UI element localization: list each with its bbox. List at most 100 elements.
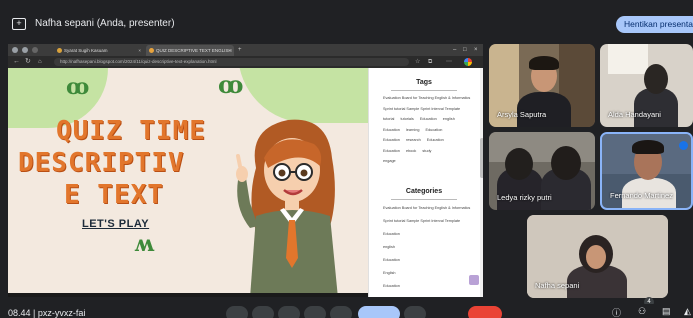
browser-more-icon[interactable]: ⋯ (446, 57, 452, 67)
tag-link[interactable]: study (422, 149, 431, 153)
more-options-button[interactable] (404, 306, 426, 318)
categories-heading: Categories (405, 188, 443, 195)
reload-icon[interactable]: ↻ (25, 57, 31, 67)
url-field[interactable]: http://nafhasepani.blogspot.com/2024/11/… (54, 58, 409, 66)
category-link[interactable]: Evaluation Board for Teaching English & … (383, 206, 478, 211)
participant-tile-alda[interactable]: Alda Handayani (600, 44, 693, 127)
camera-button[interactable] (252, 306, 274, 318)
bookmark-icon[interactable]: ☆ (415, 57, 420, 67)
participant-face (586, 245, 606, 269)
browser-menu-icon[interactable] (22, 47, 28, 53)
decor-squiggle-icon: ꝏ (218, 70, 244, 99)
tag-link[interactable]: Education (427, 138, 444, 142)
mic-button[interactable] (226, 306, 248, 318)
lets-play-label: LET'S PLAY (82, 218, 150, 230)
raise-hand-button[interactable] (330, 306, 352, 318)
participant-avatar (505, 148, 533, 180)
participant-tile-fernando[interactable]: Fernando Martinez (600, 132, 693, 210)
tag-link[interactable]: ebook (406, 149, 416, 153)
participant-hair (632, 140, 664, 154)
extensions-icon[interactable]: ⧉ (428, 57, 432, 67)
tag-link[interactable]: Education (383, 138, 400, 142)
category-link[interactable]: Education (383, 284, 478, 289)
browser-tab-list-icon[interactable] (32, 47, 38, 53)
participant-tile-ledya[interactable]: Ledya rizky putri (489, 132, 595, 210)
info-icon[interactable]: ⓘ (612, 306, 621, 318)
back-icon[interactable]: ← (13, 57, 20, 67)
tag-link[interactable]: Education (426, 128, 443, 132)
tag-link[interactable]: engage (383, 159, 396, 163)
shared-screen: Syarat Sugih Kasuam × QUIZ DESCRIPTIVE T… (8, 44, 483, 297)
browser-logo-icon[interactable] (464, 58, 472, 66)
decor-squiggle-icon: ꝏ (66, 74, 90, 100)
teacher-illustration (236, 119, 338, 297)
chat-icon[interactable]: ▤ (662, 306, 671, 317)
close-window-icon[interactable]: × (474, 44, 478, 56)
activities-icon[interactable]: ◭ (684, 306, 691, 317)
tag-link[interactable]: tutorial (383, 117, 394, 121)
category-link[interactable]: English (383, 271, 478, 276)
scroll-top-button[interactable] (469, 275, 479, 285)
browser-profile-icon[interactable] (12, 47, 18, 53)
participant-name: Ledya rizky putri (497, 193, 552, 202)
category-link[interactable]: english (383, 245, 478, 250)
tab-close-icon[interactable]: × (228, 45, 231, 56)
participant-avatar (551, 146, 581, 180)
tag-link[interactable]: Sprint tutorial Sample Sprint Interval T… (383, 107, 460, 111)
speaking-indicator-icon (679, 141, 688, 150)
tag-link[interactable]: Education (420, 117, 437, 121)
participant-name: Arsyla Saputra (497, 110, 547, 119)
divider (391, 90, 457, 91)
quiz-slide: ꝏ ꝏ ʍ QUIZ TIME DESCRIPTIV E TEXT LET'S … (8, 68, 368, 297)
tag-link[interactable]: Education (383, 128, 400, 132)
sidebar-scrollbar[interactable] (480, 68, 483, 297)
slide-title-line-1: QUIZ TIME (56, 116, 206, 146)
tab-title: QUIZ DESCRIPTIVE TEXT ENGLISH (156, 48, 232, 53)
tag-link[interactable]: Education (383, 149, 400, 153)
participant-tile-nafha[interactable]: Nafha sepani (527, 215, 668, 298)
tab-favicon-icon (149, 48, 154, 53)
participant-tile-arsyla[interactable]: Arsyla Saputra (489, 44, 595, 127)
tag-row: Education learning Education (383, 128, 475, 132)
tag-row: Education research Education (383, 138, 475, 142)
tags-heading: Tags (416, 79, 432, 86)
address-bar: ← ↻ ⌂ http://nafhasepani.blogspot.com/20… (8, 56, 483, 68)
tag-link[interactable]: english (443, 117, 455, 121)
tag-row: engage (383, 159, 475, 163)
scrollbar-thumb[interactable] (480, 138, 483, 178)
category-link[interactable]: Sprint tutorial Sample Sprint Interval T… (383, 219, 478, 224)
presenter-label: Nafha sepani (Anda, presenter) (35, 18, 175, 29)
tag-link[interactable]: Evaluation Board for Teaching English & … (383, 96, 470, 100)
people-icon[interactable]: ⚇ (638, 306, 646, 317)
browser-tab-2[interactable]: QUIZ DESCRIPTIVE TEXT ENGLISH × (146, 45, 234, 56)
category-link[interactable]: Education (383, 232, 478, 237)
participant-avatar (644, 64, 668, 94)
participant-name: Nafha sepani (535, 281, 580, 290)
blog-sidebar: Tags Evaluation Board for Teaching Engli… (368, 68, 483, 297)
minimize-icon[interactable]: – (453, 44, 456, 56)
tag-list: Evaluation Board for Teaching English & … (383, 96, 475, 170)
participant-name: Alda Handayani (608, 110, 661, 119)
tag-link[interactable]: research (406, 138, 421, 142)
bottom-bar: 08.44 | pxz-yvxz-fai ⓘ ⚇ ▤ ◭ (0, 304, 693, 318)
maximize-icon[interactable]: □ (463, 44, 467, 56)
new-tab-icon[interactable]: + (238, 44, 242, 56)
present-now-button[interactable] (358, 306, 400, 318)
tab-close-icon[interactable]: × (138, 45, 141, 56)
browser-tab-1[interactable]: Syarat Sugih Kasuam × (54, 45, 144, 56)
divider (391, 199, 457, 200)
participant-name: Fernando Martinez (610, 191, 673, 200)
leave-call-button[interactable] (468, 306, 502, 318)
participant-hair (529, 56, 559, 70)
tag-link[interactable]: tutorials (400, 117, 413, 121)
slide-title-line-3: E TEXT (64, 180, 164, 210)
captions-button[interactable] (278, 306, 300, 318)
reaction-button[interactable] (304, 306, 326, 318)
category-link[interactable]: Education (383, 258, 478, 263)
home-icon[interactable]: ⌂ (38, 57, 42, 67)
stop-presenting-button[interactable]: Hentikan presentasi (616, 16, 693, 33)
tag-link[interactable]: learning (406, 128, 420, 132)
tag-row: Sprint tutorial Sample Sprint Interval T… (383, 107, 475, 111)
tag-row: Evaluation Board for Teaching English & … (383, 96, 475, 100)
tag-row: tutorial tutorials Education english (383, 117, 475, 121)
